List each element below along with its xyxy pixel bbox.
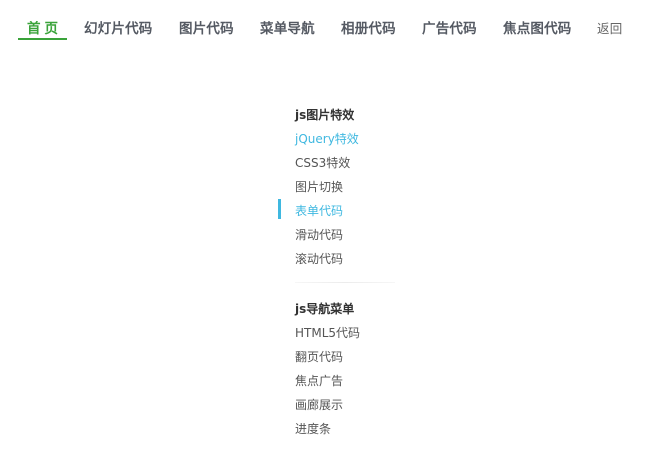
menu-item-slide-code[interactable]: 滑动代码 bbox=[295, 226, 343, 243]
selected-item-indicator bbox=[278, 199, 281, 219]
menu-item-scroll-code[interactable]: 滚动代码 bbox=[295, 250, 343, 267]
nav-item-home[interactable]: 首页 bbox=[27, 17, 62, 37]
top-navigation: 首页 幻灯片代码 图片代码 菜单导航 相册代码 广告代码 焦点图代码 返回 bbox=[0, 0, 647, 44]
menu-item-form-code[interactable]: 表单代码 bbox=[295, 202, 343, 219]
back-link[interactable]: 返回 bbox=[597, 18, 622, 37]
menu-divider bbox=[295, 282, 395, 283]
menu-group-title: js图片特效 bbox=[295, 108, 355, 122]
menu-item-html5-code[interactable]: HTML5代码 bbox=[295, 324, 360, 341]
nav-item-menu-navigation[interactable]: 菜单导航 bbox=[260, 17, 315, 37]
menu-item-progress-bar[interactable]: 进度条 bbox=[295, 420, 331, 437]
menu-item-jquery[interactable]: jQuery特效 bbox=[295, 130, 359, 147]
menu-group-title: js导航菜单 bbox=[295, 302, 355, 316]
nav-item-focus-image-code[interactable]: 焦点图代码 bbox=[503, 17, 572, 37]
nav-item-ad-code[interactable]: 广告代码 bbox=[422, 17, 477, 37]
nav-item-slideshow-code[interactable]: 幻灯片代码 bbox=[84, 17, 153, 37]
menu-item-image-switch[interactable]: 图片切换 bbox=[295, 178, 343, 195]
menu-item-css3[interactable]: CSS3特效 bbox=[295, 154, 350, 171]
menu-item-focus-ad[interactable]: 焦点广告 bbox=[295, 372, 343, 389]
nav-item-album-code[interactable]: 相册代码 bbox=[341, 17, 396, 37]
nav-item-image-code[interactable]: 图片代码 bbox=[179, 17, 234, 37]
active-tab-underline bbox=[18, 38, 67, 40]
menu-item-gallery[interactable]: 画廊展示 bbox=[295, 396, 343, 413]
menu-item-pagination-code[interactable]: 翻页代码 bbox=[295, 348, 343, 365]
